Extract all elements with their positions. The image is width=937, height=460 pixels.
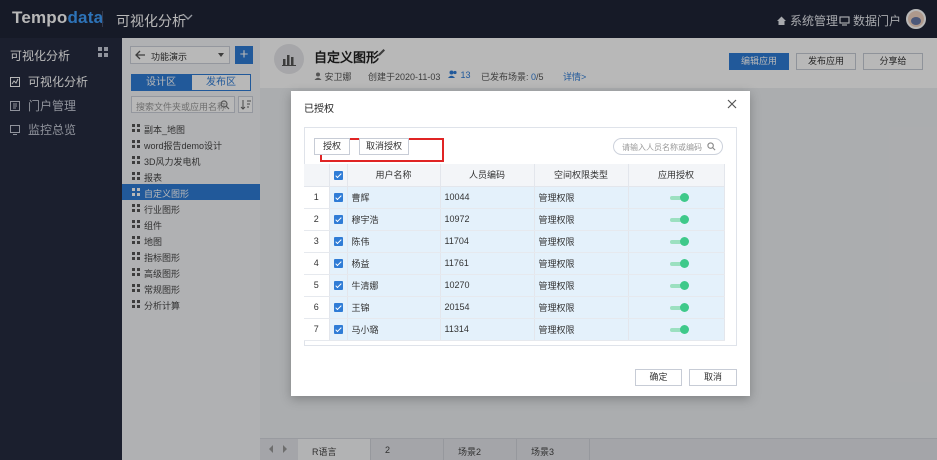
checkbox-checked-icon bbox=[333, 237, 343, 247]
user-code-cell: 11761 bbox=[440, 252, 535, 275]
row-checkbox[interactable] bbox=[329, 252, 348, 275]
permission-cell: 管理权限 bbox=[534, 296, 629, 319]
toggle-on-icon bbox=[670, 236, 689, 246]
auth-toggle[interactable] bbox=[628, 296, 725, 319]
row-index: 3 bbox=[304, 230, 330, 253]
row-index: 1 bbox=[304, 186, 330, 209]
user-name-cell: 牛清娜 bbox=[347, 274, 441, 297]
permission-cell: 管理权限 bbox=[534, 208, 629, 231]
checkbox-checked-icon bbox=[333, 281, 343, 291]
toggle-on-icon bbox=[670, 280, 689, 290]
user-name-cell: 王锦 bbox=[347, 296, 441, 319]
user-code-cell: 10972 bbox=[440, 208, 535, 231]
user-name-cell: 马小璐 bbox=[347, 318, 441, 341]
row-index: 4 bbox=[304, 252, 330, 275]
checkbox-checked-icon bbox=[333, 170, 343, 180]
row-checkbox[interactable] bbox=[329, 230, 348, 253]
toggle-on-icon bbox=[670, 258, 689, 268]
cancel-button[interactable]: 取消 bbox=[689, 369, 737, 386]
grant-button[interactable]: 授权 bbox=[314, 138, 350, 155]
user-code-cell: 20154 bbox=[440, 296, 535, 319]
ok-button[interactable]: 确定 bbox=[635, 369, 682, 386]
column-header-code: 人员编码 bbox=[440, 164, 535, 187]
user-search-input[interactable]: 请输入人员名称或编码 bbox=[613, 138, 723, 155]
checkbox-checked-icon bbox=[333, 215, 343, 225]
auth-toggle[interactable] bbox=[628, 318, 725, 341]
table-row[interactable]: 5 牛清娜 10270 管理权限 bbox=[304, 274, 725, 297]
user-code-cell: 10044 bbox=[440, 186, 535, 209]
row-index: 2 bbox=[304, 208, 330, 231]
column-header-perm: 空间权限类型 bbox=[534, 164, 629, 187]
permission-cell: 管理权限 bbox=[534, 318, 629, 341]
table-row[interactable]: 7 马小璐 11314 管理权限 bbox=[304, 318, 725, 341]
select-all-checkbox[interactable] bbox=[329, 164, 348, 187]
checkbox-checked-icon bbox=[333, 303, 343, 313]
column-header-auth: 应用授权 bbox=[628, 164, 725, 187]
user-name-cell: 穆宇浩 bbox=[347, 208, 441, 231]
auth-toggle[interactable] bbox=[628, 252, 725, 275]
table-row[interactable]: 4 杨益 11761 管理权限 bbox=[304, 252, 725, 275]
auth-toggle[interactable] bbox=[628, 230, 725, 253]
checkbox-checked-icon bbox=[333, 325, 343, 335]
revoke-button[interactable]: 取消授权 bbox=[359, 138, 409, 155]
checkbox-checked-icon bbox=[333, 193, 343, 203]
permission-cell: 管理权限 bbox=[534, 274, 629, 297]
row-checkbox[interactable] bbox=[329, 296, 348, 319]
user-name-cell: 曹辉 bbox=[347, 186, 441, 209]
row-index: 5 bbox=[304, 274, 330, 297]
toggle-on-icon bbox=[670, 214, 689, 224]
table-row[interactable]: 3 陈伟 11704 管理权限 bbox=[304, 230, 725, 253]
auth-toggle[interactable] bbox=[628, 186, 725, 209]
table-row[interactable]: 2 穆宇浩 10972 管理权限 bbox=[304, 208, 725, 231]
user-code-cell: 10270 bbox=[440, 274, 535, 297]
row-checkbox[interactable] bbox=[329, 274, 348, 297]
user-code-cell: 11314 bbox=[440, 318, 535, 341]
close-icon[interactable] bbox=[727, 99, 737, 109]
dialog-title: 已授权 bbox=[304, 104, 334, 115]
user-code-cell: 11704 bbox=[440, 230, 535, 253]
auth-toggle[interactable] bbox=[628, 274, 725, 297]
permission-cell: 管理权限 bbox=[534, 252, 629, 275]
row-index: 6 bbox=[304, 296, 330, 319]
user-search-placeholder: 请输入人员名称或编码 bbox=[622, 143, 702, 152]
authorized-dialog: 已授权 授权 取消授权 请输入人员名称或编码 用户名称 人员编码 空间权限类型 … bbox=[291, 91, 750, 396]
table-row[interactable]: 1 曹辉 10044 管理权限 bbox=[304, 186, 725, 209]
toggle-on-icon bbox=[670, 302, 689, 312]
toggle-on-icon bbox=[670, 192, 689, 202]
table-header-row: 用户名称 人员编码 空间权限类型 应用授权 bbox=[304, 164, 725, 187]
table-row[interactable]: 6 王锦 20154 管理权限 bbox=[304, 296, 725, 319]
row-index: 7 bbox=[304, 318, 330, 341]
search-icon bbox=[707, 142, 716, 151]
user-table-body: 1 曹辉 10044 管理权限 2 穆宇浩 10972 管理权限 3 陈伟 11704 管理权限 4 杨益… bbox=[304, 186, 725, 341]
permission-cell: 管理权限 bbox=[534, 186, 629, 209]
index-header bbox=[304, 164, 330, 187]
row-checkbox[interactable] bbox=[329, 318, 348, 341]
column-header-name: 用户名称 bbox=[347, 164, 441, 187]
user-table: 用户名称 人员编码 空间权限类型 应用授权 1 曹辉 10044 管理权限 2 穆宇浩 10… bbox=[304, 164, 725, 341]
row-checkbox[interactable] bbox=[329, 186, 348, 209]
user-name-cell: 陈伟 bbox=[347, 230, 441, 253]
auth-toggle[interactable] bbox=[628, 208, 725, 231]
row-checkbox[interactable] bbox=[329, 208, 348, 231]
checkbox-checked-icon bbox=[333, 259, 343, 269]
toggle-on-icon bbox=[670, 324, 689, 334]
permission-cell: 管理权限 bbox=[534, 230, 629, 253]
user-name-cell: 杨益 bbox=[347, 252, 441, 275]
